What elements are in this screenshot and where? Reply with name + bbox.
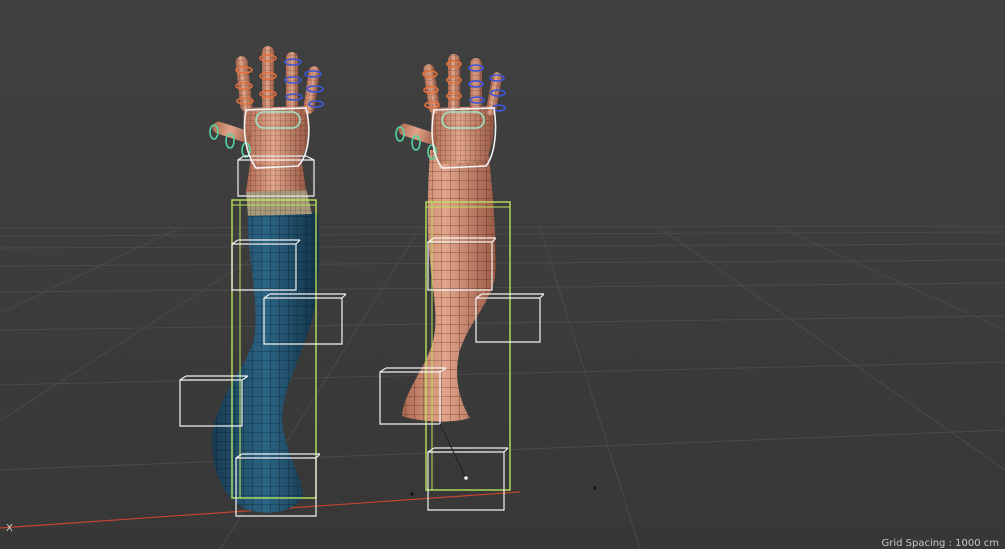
right-pole-dot xyxy=(464,476,468,480)
ground-grid xyxy=(0,225,1005,549)
viewport-scene[interactable] xyxy=(0,0,1005,549)
pivot-dot xyxy=(410,492,414,496)
grid-spacing-label: Grid Spacing : 1000 cm xyxy=(881,538,999,549)
pivot-dot xyxy=(593,486,597,490)
left-arm-rig[interactable] xyxy=(179,46,347,517)
right-pole-line xyxy=(439,423,467,479)
3d-viewport[interactable]: X Grid Spacing : 1000 cm xyxy=(0,0,1005,549)
x-axis-label: X xyxy=(6,523,13,534)
right-arm-rig[interactable] xyxy=(379,54,545,511)
